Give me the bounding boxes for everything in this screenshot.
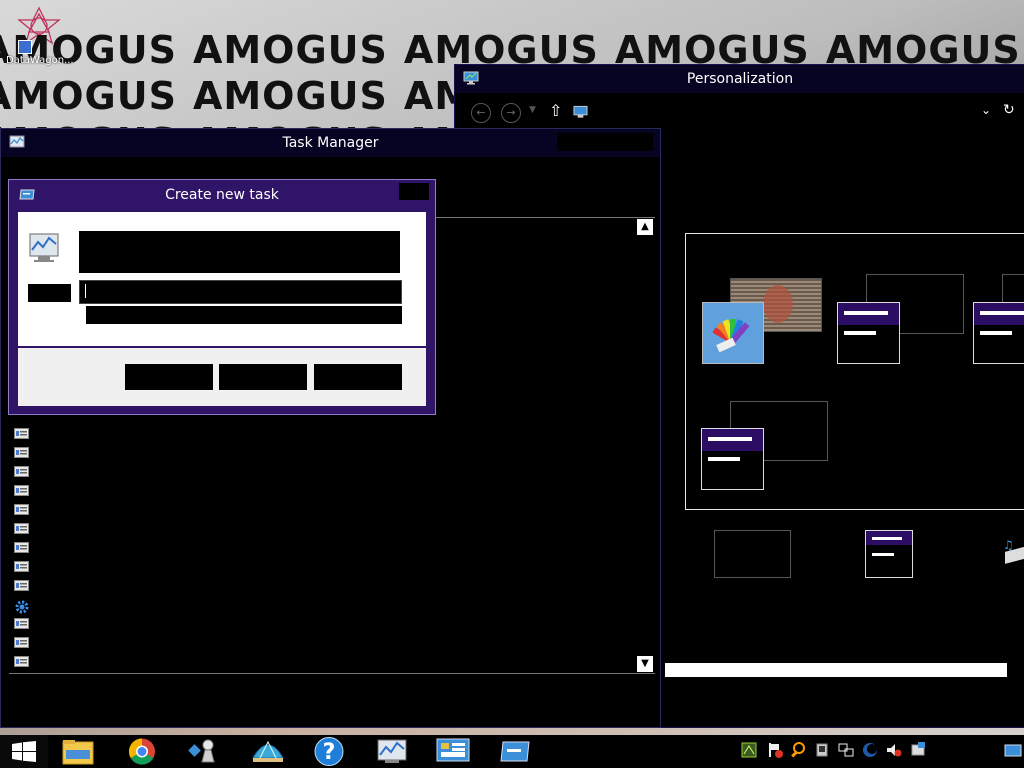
- process-icon: [14, 580, 29, 591]
- process-icon: [14, 447, 29, 458]
- theme-item-color[interactable]: [702, 302, 764, 364]
- process-icon: [14, 618, 29, 629]
- personalization-toolbar: ← → ▼ ⇧ ⌄ ↻: [455, 95, 1024, 129]
- color-setting[interactable]: [865, 530, 913, 578]
- show-desktop-icon[interactable]: [1004, 743, 1022, 759]
- gear-icon: [15, 600, 29, 614]
- theme-bar: [980, 331, 1012, 335]
- process-icon: [14, 466, 29, 477]
- dialog-description: [79, 231, 400, 273]
- process-icon: [14, 637, 29, 648]
- theme-bar: [844, 311, 888, 315]
- monitor-icon: [463, 71, 479, 85]
- process-icon: [14, 504, 29, 515]
- open-label: [28, 284, 71, 302]
- dialog-body: [18, 212, 426, 346]
- theme-item-high-contrast-2[interactable]: [973, 302, 1024, 364]
- device-tray-icon[interactable]: [814, 741, 830, 759]
- window-controls[interactable]: [557, 133, 653, 151]
- control-panel-icon[interactable]: [433, 736, 473, 767]
- close-button[interactable]: [399, 183, 429, 200]
- tray-app-icon[interactable]: [741, 741, 757, 759]
- shortcut-icon: [18, 40, 32, 54]
- up-button[interactable]: ⇧: [549, 101, 562, 120]
- process-icon: [14, 542, 29, 553]
- theme-bar: [980, 311, 1024, 315]
- task-manager-title: Task Manager: [282, 135, 379, 151]
- address-dropdown-chevron-icon[interactable]: ⌄: [981, 103, 991, 117]
- personalization-title: Personalization: [686, 71, 794, 87]
- task-manager-taskbar-icon[interactable]: [371, 736, 411, 767]
- desktop-background-setting[interactable]: [714, 530, 791, 578]
- theme-bar: [844, 331, 876, 335]
- personalization-status-bar: [665, 663, 1007, 677]
- sounds-icon[interactable]: ♫: [1001, 537, 1024, 573]
- sync-tray-icon[interactable]: [862, 741, 878, 759]
- theme-bar: [708, 437, 752, 441]
- run-icon: [19, 189, 35, 200]
- search-tray-icon[interactable]: [790, 741, 806, 759]
- shell-icon[interactable]: [248, 736, 288, 767]
- svg-text:♫: ♫: [1003, 538, 1014, 552]
- browse-button[interactable]: [314, 364, 402, 390]
- action-center-flag-icon[interactable]: [767, 741, 783, 759]
- back-button[interactable]: ←: [471, 103, 491, 123]
- create-new-task-dialog: Create new task: [8, 179, 436, 415]
- process-icon: [14, 561, 29, 572]
- desktop-shortcut[interactable]: DataWagon...: [2, 40, 82, 66]
- theme-item-high-contrast-3[interactable]: [701, 428, 764, 490]
- dialog-footer: [18, 348, 426, 406]
- process-icon: [14, 523, 29, 534]
- shortcut-label: DataWagon...: [6, 55, 74, 66]
- windows-logo-icon: [12, 741, 36, 762]
- recent-locations-dropdown[interactable]: ▼: [529, 105, 536, 115]
- start-button[interactable]: [0, 735, 48, 768]
- chrome-icon[interactable]: [122, 736, 162, 767]
- forward-button[interactable]: →: [501, 103, 521, 123]
- ok-button[interactable]: [125, 364, 213, 390]
- text-caret: [85, 284, 86, 298]
- process-icon: [14, 656, 29, 667]
- notification-icon[interactable]: [910, 741, 926, 759]
- help-icon[interactable]: ?: [309, 736, 349, 767]
- chess-piece-icon[interactable]: [186, 736, 226, 767]
- scroll-down-button[interactable]: ▼: [637, 656, 653, 672]
- process-icon: [14, 485, 29, 496]
- theme-item-high-contrast-1[interactable]: [837, 302, 900, 364]
- cancel-button[interactable]: [219, 364, 307, 390]
- svg-text:?: ?: [323, 740, 336, 765]
- theme-bar: [872, 537, 902, 540]
- task-manager-large-icon: [29, 233, 59, 262]
- network-icon[interactable]: [838, 741, 854, 759]
- theme-gallery: [685, 233, 1024, 510]
- open-input[interactable]: [79, 280, 402, 304]
- scroll-up-button[interactable]: ▲: [637, 219, 653, 235]
- dialog-title-bar[interactable]: Create new task: [9, 180, 435, 210]
- theme-bar: [708, 457, 740, 461]
- admin-privileges-checkbox[interactable]: [86, 306, 402, 324]
- process-icon: [14, 428, 29, 439]
- personalization-title-bar[interactable]: Personalization: [455, 65, 1024, 93]
- dialog-title: Create new task: [165, 187, 279, 203]
- file-explorer-icon[interactable]: [58, 736, 98, 767]
- control-panel-monitor-icon: [573, 105, 588, 118]
- run-taskbar-icon[interactable]: [495, 736, 535, 767]
- taskbar: ?: [0, 735, 1024, 768]
- color-palette-icon: [712, 319, 750, 353]
- refresh-button[interactable]: ↻: [1003, 102, 1015, 118]
- theme-bar: [872, 553, 894, 556]
- volume-muted-icon[interactable]: [886, 741, 902, 759]
- task-manager-icon: [9, 135, 25, 148]
